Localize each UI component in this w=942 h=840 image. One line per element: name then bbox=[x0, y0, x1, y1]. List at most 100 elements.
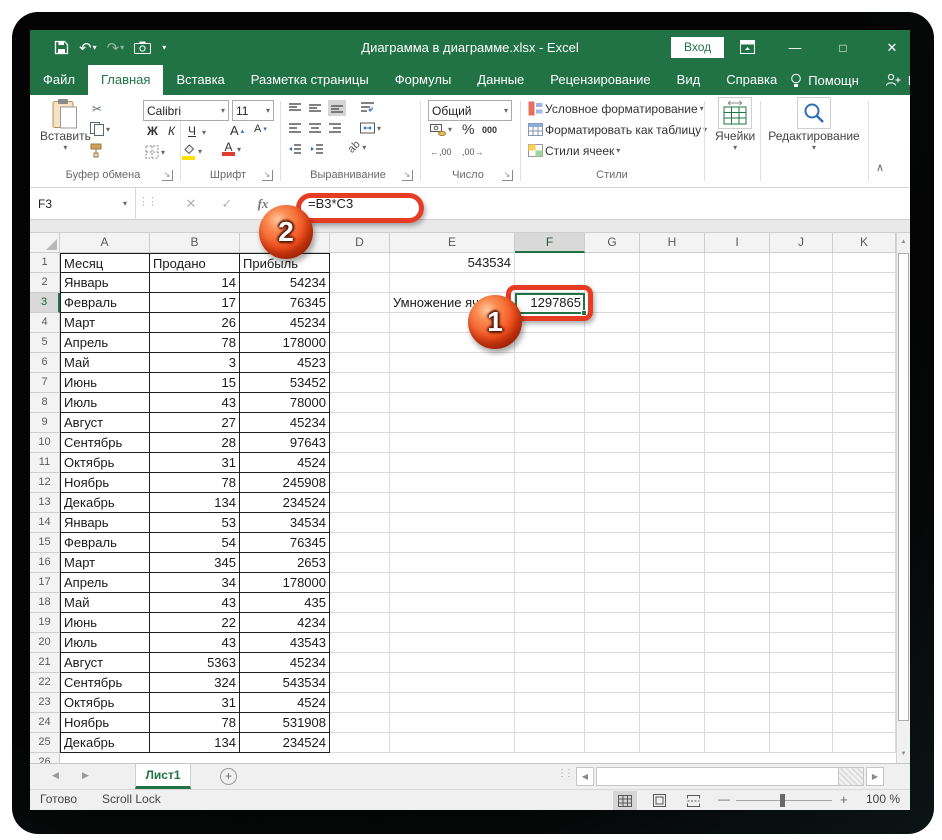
cell-F6[interactable] bbox=[515, 353, 585, 373]
cell-B12[interactable]: 78 bbox=[150, 473, 240, 493]
cell-D4[interactable] bbox=[330, 313, 390, 333]
row-header-18[interactable]: 18 bbox=[30, 593, 60, 613]
horizontal-scroll-thumb[interactable] bbox=[597, 768, 839, 785]
cell-C9[interactable]: 45234 bbox=[240, 413, 330, 433]
qat-customize-button[interactable]: ▾ bbox=[161, 43, 166, 52]
cell-E9[interactable] bbox=[390, 413, 515, 433]
cell-B9[interactable]: 27 bbox=[150, 413, 240, 433]
cell-H15[interactable] bbox=[640, 533, 705, 553]
underline-button[interactable]: Ч bbox=[188, 124, 196, 138]
increase-indent-button[interactable] bbox=[310, 143, 324, 155]
cell-A2[interactable]: Январь bbox=[60, 273, 150, 293]
cell-I7[interactable] bbox=[705, 373, 770, 393]
cell-H13[interactable] bbox=[640, 493, 705, 513]
tab-scroll-splitter[interactable]: ⋮⋮ bbox=[557, 768, 571, 779]
cell-H12[interactable] bbox=[640, 473, 705, 493]
cell-D8[interactable] bbox=[330, 393, 390, 413]
cell-G23[interactable] bbox=[585, 693, 640, 713]
cell-H22[interactable] bbox=[640, 673, 705, 693]
cell-I20[interactable] bbox=[705, 633, 770, 653]
cell-J19[interactable] bbox=[770, 613, 833, 633]
enter-entry-button[interactable]: ✓ bbox=[212, 188, 242, 219]
cell-D17[interactable] bbox=[330, 573, 390, 593]
decrease-decimal-button[interactable]: ,00→ bbox=[462, 147, 484, 157]
cell-D5[interactable] bbox=[330, 333, 390, 353]
share-button[interactable]: Поделиться bbox=[908, 73, 910, 88]
cell-C2[interactable]: 54234 bbox=[240, 273, 330, 293]
cell-G2[interactable] bbox=[585, 273, 640, 293]
align-left-button[interactable] bbox=[288, 122, 302, 134]
cell-K25[interactable] bbox=[833, 733, 896, 753]
font-size-combo[interactable]: 11▾ bbox=[232, 100, 274, 121]
cell-I18[interactable] bbox=[705, 593, 770, 613]
cell-A15[interactable]: Февраль bbox=[60, 533, 150, 553]
cell-F11[interactable] bbox=[515, 453, 585, 473]
cell-A4[interactable]: Март bbox=[60, 313, 150, 333]
cell-E8[interactable] bbox=[390, 393, 515, 413]
cell-G7[interactable] bbox=[585, 373, 640, 393]
save-button[interactable] bbox=[54, 40, 69, 55]
editing-button[interactable]: Редактирование ▾ bbox=[764, 97, 864, 152]
cell-A16[interactable]: Март bbox=[60, 553, 150, 573]
cell-C3[interactable]: 76345 bbox=[240, 293, 330, 313]
borders-button[interactable]: ▾ bbox=[145, 145, 165, 159]
view-normal-button[interactable] bbox=[613, 791, 637, 810]
cell-B7[interactable]: 15 bbox=[150, 373, 240, 393]
merge-center-button[interactable]: ▾ bbox=[360, 122, 381, 134]
cell-F10[interactable] bbox=[515, 433, 585, 453]
cell-D18[interactable] bbox=[330, 593, 390, 613]
cell-D15[interactable] bbox=[330, 533, 390, 553]
comma-style-button[interactable]: 000 bbox=[482, 125, 497, 135]
cell-G3[interactable] bbox=[585, 293, 640, 313]
cell-H11[interactable] bbox=[640, 453, 705, 473]
cell-H6[interactable] bbox=[640, 353, 705, 373]
cell-J7[interactable] bbox=[770, 373, 833, 393]
cell-C10[interactable]: 97643 bbox=[240, 433, 330, 453]
cell-I1[interactable] bbox=[705, 253, 770, 273]
cell-A22[interactable]: Сентябрь bbox=[60, 673, 150, 693]
tab-data[interactable]: Данные bbox=[464, 65, 537, 95]
cell-A20[interactable]: Июль bbox=[60, 633, 150, 653]
cell-G20[interactable] bbox=[585, 633, 640, 653]
col-header-A[interactable]: A bbox=[60, 233, 150, 253]
cell-E24[interactable] bbox=[390, 713, 515, 733]
col-header-F[interactable]: F bbox=[515, 233, 585, 253]
horizontal-scrollbar[interactable] bbox=[596, 767, 864, 786]
name-box[interactable]: F3▾ bbox=[30, 188, 136, 219]
cell-F7[interactable] bbox=[515, 373, 585, 393]
cell-G18[interactable] bbox=[585, 593, 640, 613]
collapse-ribbon-button[interactable]: ∧ bbox=[876, 161, 884, 174]
cell-J12[interactable] bbox=[770, 473, 833, 493]
font-dialog-launcher[interactable]: ↘ bbox=[262, 170, 273, 181]
cell-B13[interactable]: 134 bbox=[150, 493, 240, 513]
cell-D9[interactable] bbox=[330, 413, 390, 433]
row-header-2[interactable]: 2 bbox=[30, 273, 60, 293]
scroll-down-button[interactable]: ▼ bbox=[897, 745, 910, 763]
cell-C16[interactable]: 2653 bbox=[240, 553, 330, 573]
cell-E16[interactable] bbox=[390, 553, 515, 573]
cell-D3[interactable] bbox=[330, 293, 390, 313]
cell-D19[interactable] bbox=[330, 613, 390, 633]
orientation-button[interactable]: ab▾ bbox=[348, 141, 366, 153]
cell-E2[interactable] bbox=[390, 273, 515, 293]
cell-G10[interactable] bbox=[585, 433, 640, 453]
cell-J3[interactable] bbox=[770, 293, 833, 313]
cell-E7[interactable] bbox=[390, 373, 515, 393]
cell-G25[interactable] bbox=[585, 733, 640, 753]
format-as-table-button[interactable]: Форматировать как таблицу ▾ bbox=[528, 122, 707, 137]
cell-E25[interactable] bbox=[390, 733, 515, 753]
cell-B4[interactable]: 26 bbox=[150, 313, 240, 333]
cell-D12[interactable] bbox=[330, 473, 390, 493]
cell-G6[interactable] bbox=[585, 353, 640, 373]
add-sheet-button[interactable]: + bbox=[220, 768, 237, 785]
select-all-corner[interactable] bbox=[30, 233, 60, 253]
cell-F23[interactable] bbox=[515, 693, 585, 713]
cell-H4[interactable] bbox=[640, 313, 705, 333]
cell-F24[interactable] bbox=[515, 713, 585, 733]
conditional-formatting-button[interactable]: Условное форматирование ▾ bbox=[528, 101, 704, 116]
cell-K1[interactable] bbox=[833, 253, 896, 273]
italic-button[interactable]: К bbox=[168, 124, 175, 138]
cell-J16[interactable] bbox=[770, 553, 833, 573]
cell-J5[interactable] bbox=[770, 333, 833, 353]
cell-E14[interactable] bbox=[390, 513, 515, 533]
